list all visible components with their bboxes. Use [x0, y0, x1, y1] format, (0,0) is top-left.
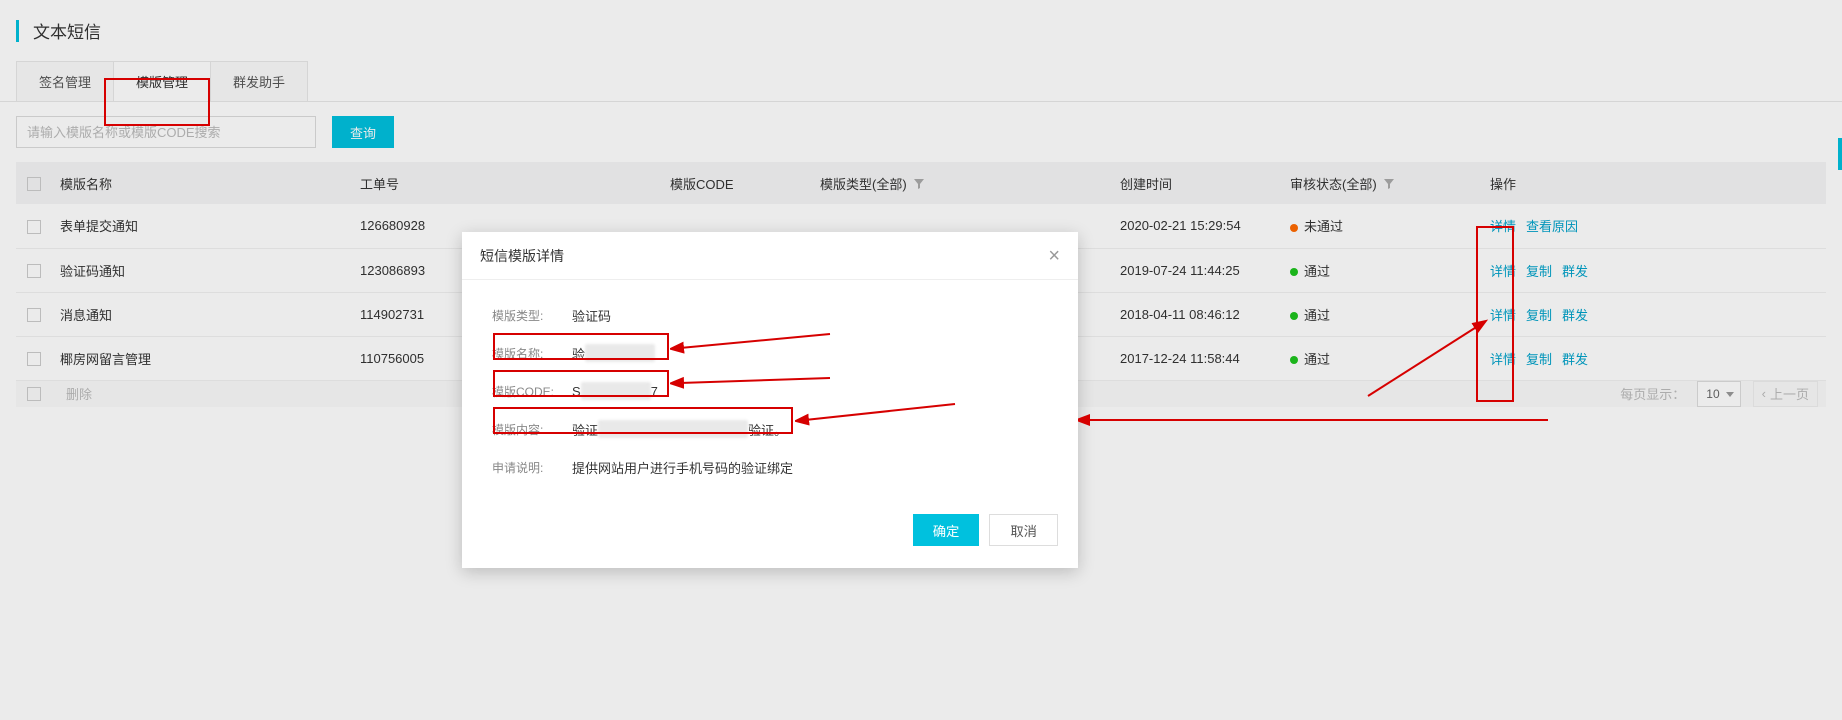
- name-prefix: 验: [572, 344, 585, 363]
- modal-title: 短信模版详情: [480, 246, 564, 266]
- value-type: 验证码: [572, 306, 611, 325]
- modal-header: 短信模版详情 ×: [462, 232, 1078, 280]
- value-content: 验证 验证。: [572, 420, 787, 439]
- content-suffix: 验证。: [748, 420, 787, 439]
- label-code: 模版CODE:: [492, 383, 572, 400]
- code-prefix: S: [572, 384, 581, 399]
- template-detail-modal: 短信模版详情 × 模版类型: 验证码 模版名称: 验 模版CODE: S7 模版…: [462, 232, 1078, 568]
- redacted: [585, 344, 655, 362]
- label-type: 模版类型:: [492, 307, 572, 324]
- value-code: S7: [572, 382, 658, 400]
- field-code: 模版CODE: S7: [492, 374, 1048, 408]
- content-prefix: 验证: [572, 420, 598, 439]
- value-name: 验: [572, 344, 655, 363]
- field-content: 模版内容: 验证 验证。: [492, 412, 1048, 446]
- close-icon[interactable]: ×: [1048, 246, 1060, 266]
- field-desc: 申请说明: 提供网站用户进行手机号码的验证绑定: [492, 450, 1048, 484]
- value-desc: 提供网站用户进行手机号码的验证绑定: [572, 458, 793, 477]
- label-content: 模版内容:: [492, 421, 572, 438]
- redacted: [581, 382, 651, 400]
- label-name: 模版名称:: [492, 345, 572, 362]
- cancel-button[interactable]: 取消: [989, 514, 1058, 546]
- modal-body: 模版类型: 验证码 模版名称: 验 模版CODE: S7 模版内容: 验证验证。…: [462, 280, 1078, 498]
- redacted: [598, 420, 748, 438]
- label-desc: 申请说明:: [492, 459, 572, 476]
- field-type: 模版类型: 验证码: [492, 298, 1048, 332]
- field-name: 模版名称: 验: [492, 336, 1048, 370]
- modal-footer: 确定 取消: [462, 498, 1078, 568]
- ok-button[interactable]: 确定: [913, 514, 980, 546]
- code-suffix: 7: [651, 384, 658, 399]
